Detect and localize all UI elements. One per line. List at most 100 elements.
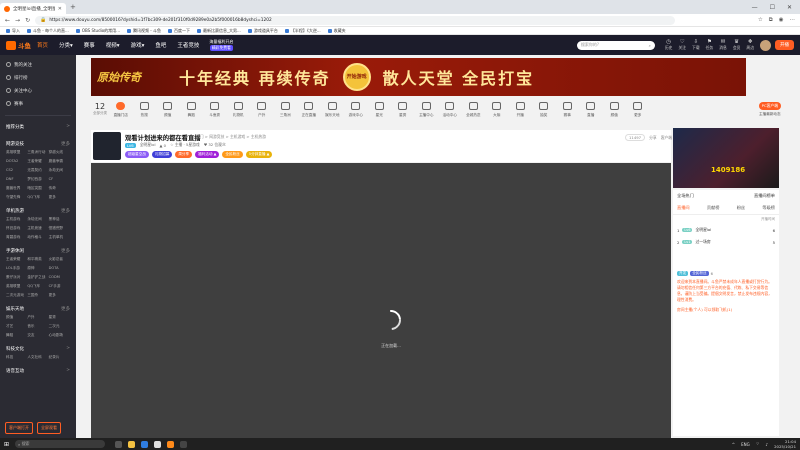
category-link[interactable]: 永劫无间 bbox=[27, 217, 48, 222]
category-link[interactable]: 原神 bbox=[27, 266, 48, 271]
tab-fans[interactable]: 粉丝 bbox=[737, 205, 745, 211]
bookmark-item[interactable]: 游戏道具平台 bbox=[247, 28, 278, 34]
search-input[interactable]: 搜索你的? ⌕ bbox=[576, 40, 655, 50]
section-more-link[interactable]: > bbox=[66, 346, 70, 352]
category-item[interactable]: 游戏中心 bbox=[344, 102, 368, 118]
nav-category[interactable]: 分类▾ bbox=[59, 41, 73, 49]
task-view-icon[interactable] bbox=[115, 440, 123, 448]
vip-button[interactable]: ♛ 会员 bbox=[733, 39, 741, 51]
ime-indicator[interactable]: ENG bbox=[741, 442, 750, 447]
obs-icon[interactable] bbox=[180, 440, 188, 448]
category-link[interactable]: 主机竞速 bbox=[27, 226, 48, 231]
category-item[interactable]: 颜值 bbox=[603, 102, 627, 118]
section-more-link[interactable]: 更多 bbox=[61, 141, 70, 147]
sidebar-item-follow[interactable]: 我的关注 bbox=[6, 58, 70, 71]
bookmark-item[interactable]: 斗鱼 - 每个人的直... bbox=[27, 28, 69, 34]
nav-events[interactable]: 赛事 bbox=[84, 41, 95, 49]
category-link[interactable]: DOTA2 bbox=[6, 159, 27, 164]
category-link[interactable]: 英雄联盟 bbox=[6, 150, 27, 155]
message-button[interactable]: ✉ 消息 bbox=[719, 39, 727, 51]
category-link[interactable]: QQ飞车 bbox=[27, 195, 48, 200]
category-link[interactable]: 英雄联盟 bbox=[6, 284, 27, 289]
category-item[interactable]: 直播门店 bbox=[109, 102, 133, 118]
category-item[interactable]: 全城热恋 bbox=[462, 102, 486, 118]
room-list-link[interactable]: 直播间榜单 bbox=[754, 193, 775, 199]
category-link[interactable]: 心动剧场 bbox=[49, 333, 70, 338]
room-tag[interactable]: 5分钟直播 ▲ bbox=[245, 151, 273, 158]
category-item[interactable]: 户外 bbox=[250, 102, 274, 118]
open-client-button[interactable]: 客户端打开 bbox=[5, 422, 33, 434]
room-tag[interactable]: 全民粉丝 bbox=[222, 151, 243, 158]
category-link[interactable]: 更多 bbox=[49, 195, 70, 200]
category-link[interactable]: CS2 bbox=[6, 168, 27, 173]
category-link[interactable]: 更多 bbox=[49, 293, 70, 298]
close-window-icon[interactable]: ✕ bbox=[787, 4, 792, 11]
category-link[interactable]: QQ飞车 bbox=[27, 284, 48, 289]
category-item[interactable]: 舞蹈 bbox=[180, 102, 204, 118]
category-link[interactable]: 三国杀 bbox=[27, 293, 48, 298]
streamer-name[interactable]: 全明星lol bbox=[140, 142, 156, 148]
category-link[interactable]: 王者荣耀 bbox=[6, 257, 27, 262]
category-link[interactable]: 才艺 bbox=[6, 324, 27, 329]
category-item[interactable]: 星光 bbox=[368, 102, 392, 118]
bookmark-item[interactable]: 【半程】《大逆... bbox=[284, 28, 321, 34]
go-live-button[interactable]: 开播 bbox=[775, 40, 794, 50]
bookmark-item[interactable]: 收藏夹 bbox=[327, 28, 346, 34]
tab-room[interactable]: 直播间 bbox=[677, 205, 690, 211]
clock[interactable]: 21:04 2025/10/21 bbox=[774, 439, 796, 449]
category-link[interactable]: 穿越火线 bbox=[49, 150, 70, 155]
network-icon[interactable]: ⌔ bbox=[756, 441, 760, 447]
star-icon[interactable]: ☆ bbox=[758, 17, 763, 24]
category-link[interactable]: 户外 bbox=[27, 315, 48, 320]
category-link[interactable]: CF手游 bbox=[49, 284, 70, 289]
category-item[interactable]: 正在直播 bbox=[297, 102, 321, 118]
category-item[interactable]: 礼物机 bbox=[227, 102, 251, 118]
sidebar-item-rank[interactable]: 排行榜 bbox=[6, 71, 70, 84]
category-link[interactable]: 主机游戏 bbox=[6, 217, 27, 222]
volume-icon[interactable]: ♪ bbox=[766, 442, 769, 447]
category-item[interactable]: 热搜 bbox=[133, 102, 157, 118]
pc-client-button[interactable]: PC客户端 主播最新动态 bbox=[758, 102, 781, 117]
new-tab-button[interactable]: + bbox=[70, 3, 76, 11]
windows-start-icon[interactable]: ⊞ bbox=[4, 441, 9, 448]
category-item[interactable]: 大咖 bbox=[485, 102, 509, 118]
tab-contribution[interactable]: 贡献榜 bbox=[707, 205, 720, 211]
category-item[interactable]: 颜值 bbox=[156, 102, 180, 118]
category-link[interactable]: 魔兽争霸 bbox=[49, 159, 70, 164]
category-link[interactable]: 怪猎荒野 bbox=[49, 226, 70, 231]
section-more-link[interactable]: > bbox=[66, 124, 70, 130]
fullscreen-button[interactable]: 全屏观看 bbox=[37, 422, 61, 434]
bookmark-item[interactable]: OBS Studio的常用... bbox=[75, 28, 120, 34]
reload-icon[interactable]: ↻ bbox=[25, 17, 30, 24]
tab-level[interactable]: 等级榜 bbox=[762, 205, 775, 211]
share-button[interactable]: 分享 bbox=[649, 135, 657, 141]
category-link[interactable]: 三角洲行动 bbox=[27, 150, 48, 155]
category-link[interactable]: 守望先锋 bbox=[6, 195, 27, 200]
category-link[interactable]: 音乐 bbox=[27, 324, 48, 329]
follow-button[interactable]: ♡ 关注 bbox=[678, 39, 686, 51]
profile-icon[interactable]: ◉ bbox=[779, 17, 784, 24]
taskbar-search[interactable]: ⌕ 搜索 bbox=[15, 440, 106, 448]
history-button[interactable]: ◷ 历史 bbox=[665, 39, 673, 51]
category-link[interactable]: 人文社科 bbox=[27, 355, 48, 360]
category-link[interactable]: 动作格斗 bbox=[27, 235, 48, 240]
nav-esports[interactable]: 王者竞技 bbox=[177, 41, 199, 49]
nav-video[interactable]: 视频▾ bbox=[106, 41, 120, 49]
category-link[interactable]: 交友 bbox=[27, 333, 48, 338]
banner-start-button[interactable]: 开始游戏 bbox=[342, 63, 371, 91]
recommended-video[interactable]: 1409186 bbox=[673, 128, 779, 188]
room-tag[interactable]: 超级星空战 bbox=[125, 151, 149, 158]
ad-banner[interactable]: 原始传奇 十年经典 再续传奇 开始游戏 散人天堂 全民打宝 bbox=[91, 58, 746, 96]
site-logo[interactable]: 斗鱼 bbox=[6, 40, 31, 50]
category-link[interactable]: 王者荣耀 bbox=[27, 159, 48, 164]
client-button[interactable]: 客户端 bbox=[661, 135, 672, 141]
section-more-link[interactable]: 更多 bbox=[61, 248, 70, 254]
category-link[interactable]: 怀旧游戏 bbox=[6, 226, 27, 231]
back-icon[interactable]: ← bbox=[5, 17, 10, 24]
app-icon[interactable] bbox=[167, 440, 175, 448]
category-item[interactable]: 斗鱼秀 bbox=[203, 102, 227, 118]
maximize-icon[interactable]: ☐ bbox=[770, 4, 775, 11]
bookmark-item[interactable]: 导入 bbox=[6, 28, 20, 34]
category-link[interactable]: 魔兽世界 bbox=[6, 186, 27, 191]
category-link[interactable]: 科技 bbox=[6, 355, 27, 360]
